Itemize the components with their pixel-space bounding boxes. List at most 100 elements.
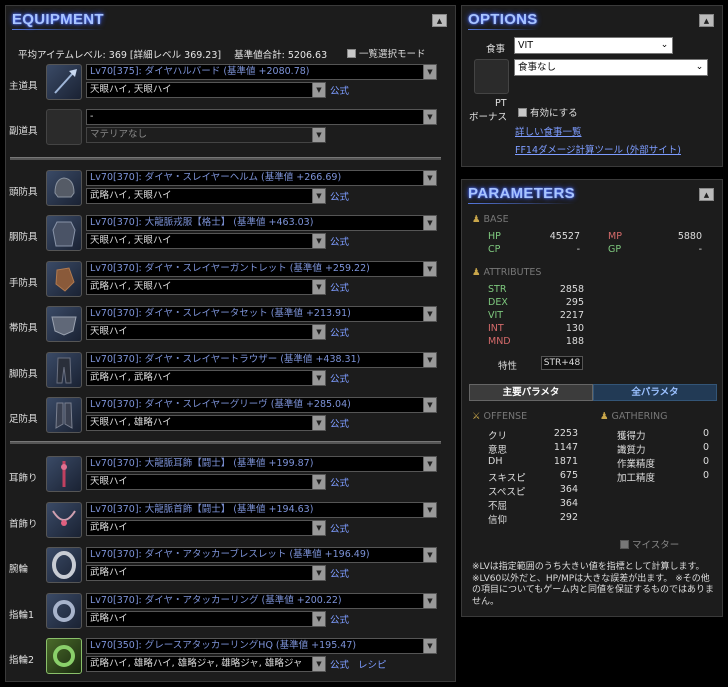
item-select[interactable]: Lv70[370]: ダイヤ・アタッカーリング (基準値 +200.22) ▼ [86,593,437,609]
materia-select[interactable]: 天眼ハイ ▼ [86,474,326,490]
official-link[interactable]: 公式 [330,83,349,97]
official-link[interactable]: 公式 [330,371,349,385]
item-select[interactable]: Lv70[370]: ダイヤ・アタッカーブレスレット (基準値 +196.49)… [86,547,437,563]
equipment-collapse-button[interactable]: ▲ [432,14,447,27]
materia-select[interactable]: 武略ハイ, 武略ハイ ▼ [86,370,326,386]
empty-slot-icon[interactable] [46,109,82,145]
materia-select[interactable]: 武略ハイ, 天眼ハイ ▼ [86,188,326,204]
materia-select[interactable]: 武略ハイ ▼ [86,565,326,581]
recipe-link[interactable]: レシピ [358,657,387,671]
materia-select[interactable]: 天眼ハイ, 天眼ハイ ▼ [86,233,326,249]
damage-tool-link[interactable]: FF14ダメージ計算ツール (外部サイト) [515,142,681,156]
item-select[interactable]: - ▼ [86,109,437,125]
meal-select[interactable]: VIT ⌄ [514,37,673,54]
pt-bonus-checkbox[interactable] [518,108,527,117]
materia-select[interactable]: 天眼ハイ, 雄略ハイ ▼ [86,415,326,431]
materia-select[interactable]: マテリアなし ▼ [86,127,326,143]
avg-level: 平均アイテムレベル: 369 [詳細レベル 369.23] [18,50,222,61]
offense-stat-name: DH [488,456,503,467]
greaves-icon[interactable] [46,397,82,433]
chevron-down-icon: ▼ [312,612,325,626]
item-select[interactable]: Lv70[370]: ダイヤ・スレイヤートラウザー (基準値 +438.31) ▼ [86,352,437,368]
official-link[interactable]: 公式 [330,612,349,626]
gauntlet-icon[interactable] [46,261,82,297]
parameters-collapse-button[interactable]: ▲ [699,188,714,201]
ring-hq-icon[interactable] [46,638,82,674]
hp-label: HP [488,231,501,242]
tab-main-params[interactable]: 主要パラメタ [469,384,593,401]
chevron-down-icon: ▼ [423,110,436,124]
chevron-down-icon: ⌄ [693,61,706,74]
select-mode-checkbox[interactable] [347,49,356,58]
offense-stat-name: 信仰 [488,515,508,526]
official-link[interactable]: 公式 [330,566,349,580]
official-link[interactable]: 公式 [330,416,349,430]
official-link[interactable]: 公式 [330,657,349,671]
item-select[interactable]: Lv70[370]: 大龍脈耳飾【闘士】 (基準値 +199.87) ▼ [86,456,437,472]
item-select[interactable]: Lv70[375]: ダイヤハルバード (基準値 +2080.78) ▼ [86,64,437,80]
slot-label: 副道具 [9,126,38,137]
gp-label: GP [608,244,622,255]
chevron-down-icon: ▼ [423,548,436,562]
earring-icon[interactable] [46,456,82,492]
chevron-down-icon: ▼ [312,325,325,339]
select-mode-label: 一覧選択モード [359,49,426,60]
body-armor-icon[interactable] [46,215,82,251]
chevron-down-icon: ▼ [423,639,436,653]
official-link[interactable]: 公式 [330,521,349,535]
official-link[interactable]: 公式 [330,189,349,203]
materia-select[interactable]: 武略ハイ, 雄略ハイ, 雄略ジャ, 雄略ジャ, 雄略ジャ ▼ [86,656,326,672]
item-select[interactable]: Lv70[370]: ダイヤ・スレイヤーガントレット (基準値 +259.22)… [86,261,437,277]
chevron-down-icon: ▼ [423,216,436,230]
tasset-icon[interactable] [46,306,82,342]
official-link[interactable]: 公式 [330,325,349,339]
item-select[interactable]: Lv70[350]: グレースアタッカーリングHQ (基準値 +195.47) ▼ [86,638,437,654]
materia-select[interactable]: 武略ハイ ▼ [86,611,326,627]
official-link[interactable]: 公式 [330,234,349,248]
food-slot-icon[interactable] [474,59,509,94]
materia-select-value: 天眼ハイ, 天眼ハイ [90,235,172,246]
attribute-name: VIT [488,310,504,321]
master-toggle[interactable]: マイスター [620,537,679,551]
materia-select-value: マテリアなし [90,129,148,140]
chevron-down-icon: ▼ [423,307,436,321]
mp-value: 5880 [677,231,702,242]
equipment-slot: 耳飾り Lv70[370]: 大龍脈耳飾【闘士】 (基準値 +199.87) ▼ 天眼… [6,455,457,497]
cp-label: CP [488,244,501,255]
item-select-value: Lv70[370]: 大龍脈戎服【格士】 (基準値 +463.03) [90,217,314,228]
official-link[interactable]: 公式 [330,280,349,294]
item-select[interactable]: Lv70[370]: ダイヤ・スレイヤーヘルム (基準値 +266.69) ▼ [86,170,437,186]
halberd-icon[interactable] [46,64,82,100]
slot-label: 脚防具 [9,369,38,380]
necklace-icon[interactable] [46,502,82,538]
materia-select[interactable]: 武略ハイ ▼ [86,520,326,536]
bracelet-icon[interactable] [46,547,82,583]
gathering-stat-value: 0 [702,456,709,467]
pt-bonus-enable[interactable]: 有効にする [518,105,578,119]
item-select[interactable]: Lv70[370]: ダイヤ・スレイヤーグリーヴ (基準値 +285.04) ▼ [86,397,437,413]
offense-stat-name: 意思 [488,445,508,456]
materia-select[interactable]: 天眼ハイ, 天眼ハイ ▼ [86,82,326,98]
trousers-icon[interactable] [46,352,82,388]
tab-all-params[interactable]: 全パラメタ [593,384,717,401]
equipment-panel: EQUIPMENT ▲ 平均アイテムレベル: 369 [詳細レベル 369.23… [5,5,456,682]
item-select-value: Lv70[370]: ダイヤ・アタッカーリング (基準値 +200.22) [90,595,342,606]
meal-list-link[interactable]: 詳しい食事一覧 [515,124,582,138]
chevron-down-icon: ▼ [423,594,436,608]
item-select[interactable]: Lv70[370]: ダイヤ・スレイヤータセット (基準値 +213.91) ▼ [86,306,437,322]
offense-stat-value: 1147 [553,442,578,453]
master-checkbox[interactable] [620,540,629,549]
chevron-down-icon: ▼ [312,416,325,430]
materia-select[interactable]: 天眼ハイ ▼ [86,324,326,340]
item-select[interactable]: Lv70[370]: 大龍脈戎服【格士】 (基準値 +463.03) ▼ [86,215,437,231]
select-mode-toggle[interactable]: 一覧選択モード [347,46,426,60]
ring-icon[interactable] [46,593,82,629]
options-collapse-button[interactable]: ▲ [699,14,714,27]
chevron-down-icon: ▼ [423,398,436,412]
item-select[interactable]: Lv70[370]: 大龍脈首飾【闘士】 (基準値 +194.63) ▼ [86,502,437,518]
helm-icon[interactable] [46,170,82,206]
official-link[interactable]: 公式 [330,475,349,489]
materia-select[interactable]: 武略ハイ, 天眼ハイ ▼ [86,279,326,295]
chevron-down-icon: ▼ [423,457,436,471]
food-select[interactable]: 食事なし ⌄ [514,59,708,76]
